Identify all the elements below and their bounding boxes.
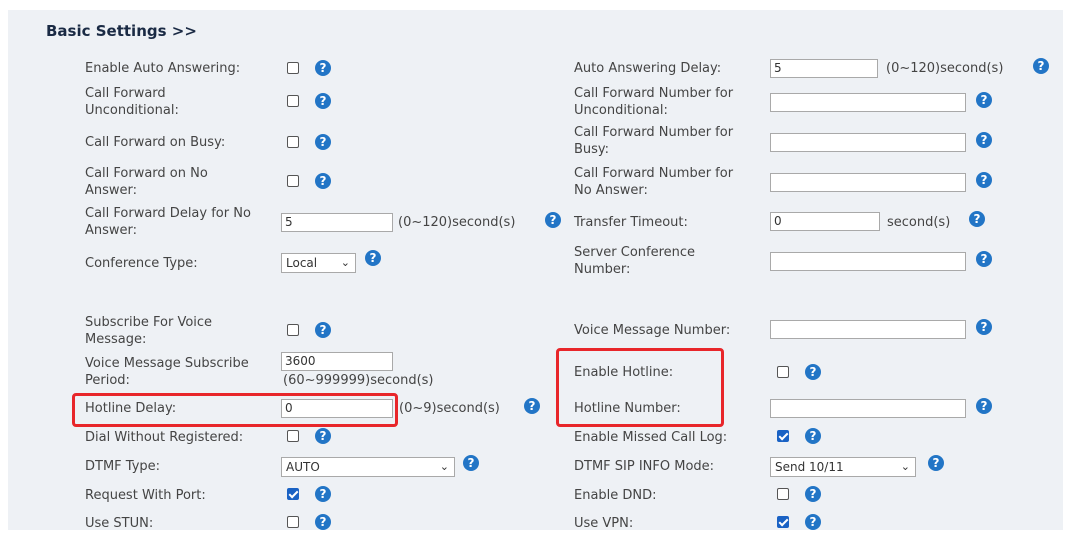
- help-icon[interactable]: ?: [315, 134, 331, 150]
- cfb-number-label-line1: Call Forward Number for: [574, 125, 734, 140]
- transfer-timeout-unit: second(s): [887, 215, 951, 230]
- help-icon[interactable]: ?: [976, 398, 992, 414]
- subscribe-vm-label-line2: Message:: [85, 332, 147, 347]
- cfu-number-label-line2: Unconditional:: [574, 103, 668, 118]
- chevron-down-icon: ⌄: [900, 460, 910, 473]
- cfb-checkbox[interactable]: [287, 136, 299, 148]
- help-icon[interactable]: ?: [976, 251, 992, 267]
- stun-label: Use STUN:: [85, 516, 154, 531]
- vpn-checkbox[interactable]: [777, 516, 789, 528]
- cfb-number-input[interactable]: [770, 133, 966, 152]
- auto-answer-delay-label: Auto Answering Delay:: [574, 61, 722, 76]
- dtmf-sip-select[interactable]: Send 10/11 ⌄: [770, 457, 916, 477]
- help-icon[interactable]: ?: [315, 173, 331, 189]
- help-icon[interactable]: ?: [365, 250, 381, 266]
- dtmf-sip-value: Send 10/11: [775, 460, 844, 474]
- cfna-label-line1: Call Forward on No: [85, 166, 208, 181]
- vm-period-input[interactable]: 3600: [281, 352, 393, 371]
- help-icon[interactable]: ?: [976, 172, 992, 188]
- auto-answer-delay-unit: (0~120)second(s): [886, 61, 1004, 76]
- help-icon[interactable]: ?: [315, 514, 331, 530]
- transfer-timeout-input[interactable]: 0: [770, 212, 880, 231]
- cfna-number-input[interactable]: [770, 173, 966, 192]
- auto-answer-checkbox[interactable]: [287, 62, 299, 74]
- conference-type-label: Conference Type:: [85, 256, 198, 271]
- help-icon[interactable]: ?: [545, 212, 561, 228]
- auto-answer-label: Enable Auto Answering:: [85, 61, 241, 76]
- help-icon[interactable]: ?: [976, 319, 992, 335]
- cfu-number-label-line1: Call Forward Number for: [574, 86, 734, 101]
- cfna-number-label-line1: Call Forward Number for: [574, 166, 734, 181]
- help-icon[interactable]: ?: [969, 211, 985, 227]
- subscribe-vm-label-line1: Subscribe For Voice: [85, 315, 213, 330]
- cfu-label-line2: Unconditional:: [85, 103, 179, 118]
- dnd-label: Enable DND:: [574, 488, 657, 503]
- vm-period-label-line1: Voice Message Subscribe: [85, 356, 249, 371]
- hotline-checkbox[interactable]: [777, 366, 789, 378]
- cf-delay-input[interactable]: 5: [281, 213, 393, 232]
- cfna-checkbox[interactable]: [287, 175, 299, 187]
- help-icon[interactable]: ?: [805, 428, 821, 444]
- server-conference-label-line2: Number:: [574, 262, 631, 277]
- help-icon[interactable]: ?: [524, 398, 540, 414]
- hotline-delay-highlight: [72, 393, 398, 427]
- help-icon[interactable]: ?: [928, 455, 944, 471]
- help-icon[interactable]: ?: [805, 364, 821, 380]
- dtmf-type-label: DTMF Type:: [85, 459, 161, 474]
- cfb-label: Call Forward on Busy:: [85, 135, 226, 150]
- cfu-label-line1: Call Forward: [85, 86, 166, 101]
- cfu-checkbox[interactable]: [287, 95, 299, 107]
- vm-period-unit: (60~999999)second(s): [283, 373, 434, 388]
- help-icon[interactable]: ?: [805, 514, 821, 530]
- help-icon[interactable]: ?: [315, 486, 331, 502]
- request-port-label: Request With Port:: [85, 488, 206, 503]
- conference-type-select[interactable]: Local ⌄: [281, 253, 356, 273]
- chevron-down-icon: ⌄: [340, 256, 350, 269]
- server-conference-input[interactable]: [770, 252, 966, 271]
- missed-call-log-checkbox[interactable]: [777, 430, 789, 442]
- dial-unregistered-label: Dial Without Registered:: [85, 430, 244, 445]
- missed-call-log-label: Enable Missed Call Log:: [574, 430, 728, 445]
- cf-delay-label-line2: Answer:: [85, 223, 138, 238]
- dtmf-sip-label: DTMF SIP INFO Mode:: [574, 459, 715, 474]
- cf-delay-unit: (0~120)second(s): [398, 215, 516, 230]
- hotline-number-input[interactable]: [770, 399, 966, 418]
- chevron-down-icon: ⌄: [439, 460, 449, 473]
- dtmf-type-value: AUTO: [286, 460, 320, 474]
- cfna-label-line2: Answer:: [85, 183, 138, 198]
- help-icon[interactable]: ?: [976, 132, 992, 148]
- vm-period-label-line2: Period:: [85, 373, 130, 388]
- cfb-number-label-line2: Busy:: [574, 142, 610, 157]
- dtmf-type-select[interactable]: AUTO ⌄: [281, 457, 455, 477]
- cf-delay-label-line1: Call Forward Delay for No: [85, 206, 251, 221]
- request-port-checkbox[interactable]: [287, 488, 299, 500]
- auto-answer-delay-input[interactable]: 5: [770, 59, 878, 78]
- stun-checkbox[interactable]: [287, 516, 299, 528]
- hotline-delay-unit: (0~9)second(s): [399, 401, 500, 416]
- vpn-label: Use VPN:: [574, 516, 634, 531]
- help-icon[interactable]: ?: [1033, 58, 1049, 74]
- cfu-number-input[interactable]: [770, 93, 966, 112]
- help-icon[interactable]: ?: [463, 455, 479, 471]
- help-icon[interactable]: ?: [315, 428, 331, 444]
- server-conference-label-line1: Server Conference: [574, 245, 696, 260]
- help-icon[interactable]: ?: [315, 60, 331, 76]
- vm-number-label: Voice Message Number:: [574, 323, 731, 338]
- section-title: Basic Settings >>: [46, 22, 197, 40]
- dnd-checkbox[interactable]: [777, 488, 789, 500]
- help-icon[interactable]: ?: [315, 93, 331, 109]
- subscribe-vm-checkbox[interactable]: [287, 324, 299, 336]
- transfer-timeout-label: Transfer Timeout:: [574, 215, 688, 230]
- conference-type-value: Local: [286, 256, 318, 270]
- vm-number-input[interactable]: [770, 320, 966, 339]
- help-icon[interactable]: ?: [315, 322, 331, 338]
- help-icon[interactable]: ?: [976, 92, 992, 108]
- help-icon[interactable]: ?: [805, 486, 821, 502]
- hotline-settings-highlight: [556, 348, 724, 427]
- dial-unregistered-checkbox[interactable]: [287, 430, 299, 442]
- cfna-number-label-line2: No Answer:: [574, 183, 648, 198]
